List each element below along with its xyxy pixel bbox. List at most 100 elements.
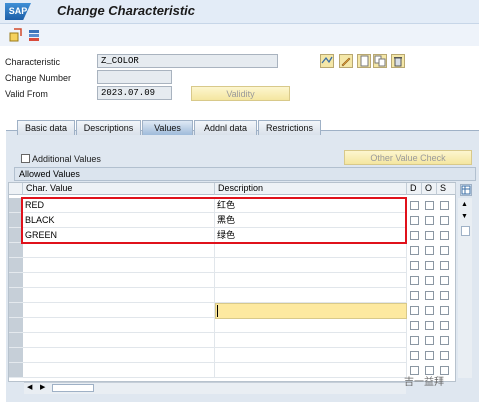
table-cell-empty[interactable] <box>215 333 407 348</box>
others-checkbox[interactable] <box>425 291 434 300</box>
default-checkbox[interactable] <box>410 276 419 285</box>
row-selector[interactable] <box>9 333 23 348</box>
table-cell-empty[interactable] <box>23 348 215 363</box>
text-cursor <box>217 305 218 317</box>
others-checkbox[interactable] <box>425 276 434 285</box>
row-selector[interactable] <box>9 273 23 288</box>
column-header-d[interactable]: D <box>407 183 422 195</box>
window-title: Change Characteristic <box>57 3 195 18</box>
tab-values[interactable]: Values <box>142 120 193 135</box>
row-selector[interactable] <box>9 258 23 273</box>
tab-descriptions[interactable]: Descriptions <box>76 120 141 135</box>
table-cell-empty[interactable] <box>215 363 407 378</box>
create-document-icon[interactable] <box>357 54 371 68</box>
other-value-check-button[interactable]: Other Value Check <box>344 150 472 165</box>
additional-values-checkbox[interactable] <box>21 154 30 163</box>
watermark: 吉一益拜 <box>404 377 444 388</box>
default-checkbox[interactable] <box>410 246 419 255</box>
others-checkbox[interactable] <box>425 261 434 270</box>
table-cell-empty[interactable] <box>23 288 215 303</box>
copy-icon[interactable] <box>373 54 387 68</box>
s-checkbox[interactable] <box>440 306 449 315</box>
tab-basic-data[interactable]: Basic data <box>17 120 75 135</box>
table-cell-empty[interactable] <box>23 258 215 273</box>
row-selector[interactable] <box>9 243 23 258</box>
select-all-corner[interactable] <box>9 183 23 195</box>
validity-button[interactable]: Validity <box>191 86 290 101</box>
default-checkbox[interactable] <box>410 231 419 240</box>
default-checkbox[interactable] <box>410 261 419 270</box>
row-selector[interactable] <box>9 288 23 303</box>
default-checkbox[interactable] <box>410 336 419 345</box>
column-header-char-value[interactable]: Char. Value <box>23 183 215 195</box>
vertical-scrollbar[interactable] <box>458 198 472 378</box>
s-checkbox[interactable] <box>440 261 449 270</box>
s-checkbox[interactable] <box>440 291 449 300</box>
table-cell-empty[interactable] <box>23 243 215 258</box>
valid-from-field[interactable]: 2023.07.09 <box>97 86 172 100</box>
where-used-icon[interactable] <box>320 54 334 68</box>
s-checkbox[interactable] <box>440 276 449 285</box>
s-checkbox[interactable] <box>440 321 449 330</box>
s-checkbox[interactable] <box>440 216 449 225</box>
row-selector[interactable] <box>9 363 23 378</box>
scrollbar-thumb[interactable] <box>461 226 470 236</box>
default-checkbox[interactable] <box>410 321 419 330</box>
others-checkbox[interactable] <box>425 306 434 315</box>
column-header-description[interactable]: Description <box>215 183 407 195</box>
edit-pencil-icon[interactable] <box>339 54 353 68</box>
application-toolbar <box>0 24 479 46</box>
delete-icon[interactable] <box>391 54 405 68</box>
change-number-label: Change Number <box>5 73 72 83</box>
s-checkbox[interactable] <box>440 246 449 255</box>
characteristic-field: Z_COLOR <box>97 54 278 68</box>
row-selector[interactable] <box>9 348 23 363</box>
others-checkbox[interactable] <box>425 321 434 330</box>
toggle-display-change-icon[interactable] <box>9 28 23 42</box>
valid-from-label: Valid From <box>5 89 48 99</box>
tab-addnl-data[interactable]: Addnl data <box>194 120 257 135</box>
table-cell-empty[interactable] <box>215 243 407 258</box>
column-header-o[interactable]: O <box>422 183 437 195</box>
others-checkbox[interactable] <box>425 216 434 225</box>
description-input-cell-active[interactable] <box>215 303 407 319</box>
column-header-s[interactable]: S <box>437 183 456 195</box>
tab-restrictions[interactable]: Restrictions <box>258 120 321 135</box>
scroll-up-arrow-icon[interactable]: ▲ <box>461 201 468 208</box>
s-checkbox[interactable] <box>440 231 449 240</box>
table-cell-empty[interactable] <box>23 303 215 318</box>
other-object-icon[interactable] <box>27 28 41 42</box>
row-selector[interactable] <box>9 318 23 333</box>
s-checkbox[interactable] <box>440 351 449 360</box>
table-cell-empty[interactable] <box>215 348 407 363</box>
scroll-right-arrow-icon[interactable]: ▶ <box>40 383 45 391</box>
additional-values-label: Additional Values <box>32 154 101 164</box>
default-checkbox[interactable] <box>410 306 419 315</box>
default-checkbox[interactable] <box>410 216 419 225</box>
others-checkbox[interactable] <box>425 351 434 360</box>
default-checkbox[interactable] <box>410 351 419 360</box>
table-cell-empty[interactable] <box>23 318 215 333</box>
table-cell-empty[interactable] <box>215 273 407 288</box>
default-checkbox[interactable] <box>410 201 419 210</box>
scroll-left-arrow-icon[interactable]: ◀ <box>27 383 32 391</box>
change-number-field[interactable] <box>97 70 172 84</box>
others-checkbox[interactable] <box>425 336 434 345</box>
others-checkbox[interactable] <box>425 231 434 240</box>
table-cell-empty[interactable] <box>23 273 215 288</box>
others-checkbox[interactable] <box>425 246 434 255</box>
row-selector[interactable] <box>9 303 23 318</box>
column-settings-icon[interactable] <box>460 184 472 196</box>
table-cell-empty[interactable] <box>23 333 215 348</box>
highlight-frame <box>21 197 407 244</box>
horizontal-scrollbar-thumb[interactable] <box>52 384 94 392</box>
others-checkbox[interactable] <box>425 201 434 210</box>
table-cell-empty[interactable] <box>215 258 407 273</box>
table-cell-empty[interactable] <box>215 288 407 303</box>
s-checkbox[interactable] <box>440 201 449 210</box>
table-cell-empty[interactable] <box>215 318 407 333</box>
s-checkbox[interactable] <box>440 336 449 345</box>
default-checkbox[interactable] <box>410 291 419 300</box>
table-cell-empty[interactable] <box>23 363 215 378</box>
scroll-down-arrow-icon[interactable]: ▼ <box>461 213 468 220</box>
